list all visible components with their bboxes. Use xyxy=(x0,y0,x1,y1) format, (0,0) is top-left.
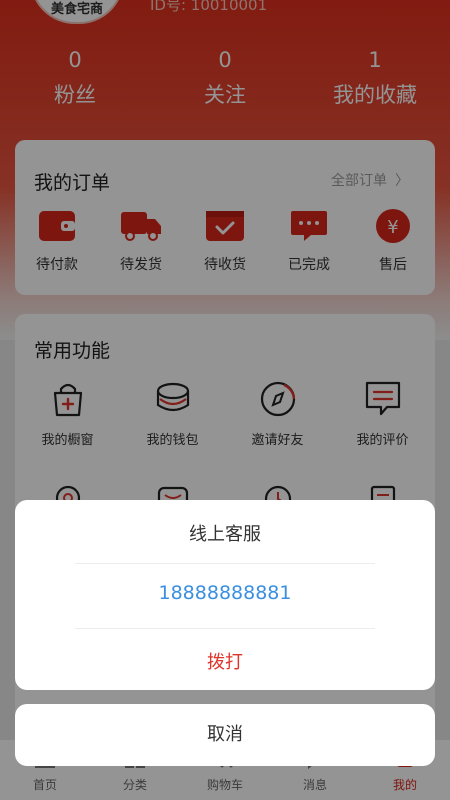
customer-service-sheet: 线上客服 18888888881 拨打 xyxy=(15,500,435,690)
divider xyxy=(75,563,375,564)
divider xyxy=(75,628,375,629)
cancel-button[interactable]: 取消 xyxy=(15,704,435,766)
sheet-title: 线上客服 xyxy=(189,524,261,545)
call-button[interactable]: 拨打 xyxy=(15,648,435,674)
phone-number-option[interactable]: 18888888881 xyxy=(15,582,435,604)
